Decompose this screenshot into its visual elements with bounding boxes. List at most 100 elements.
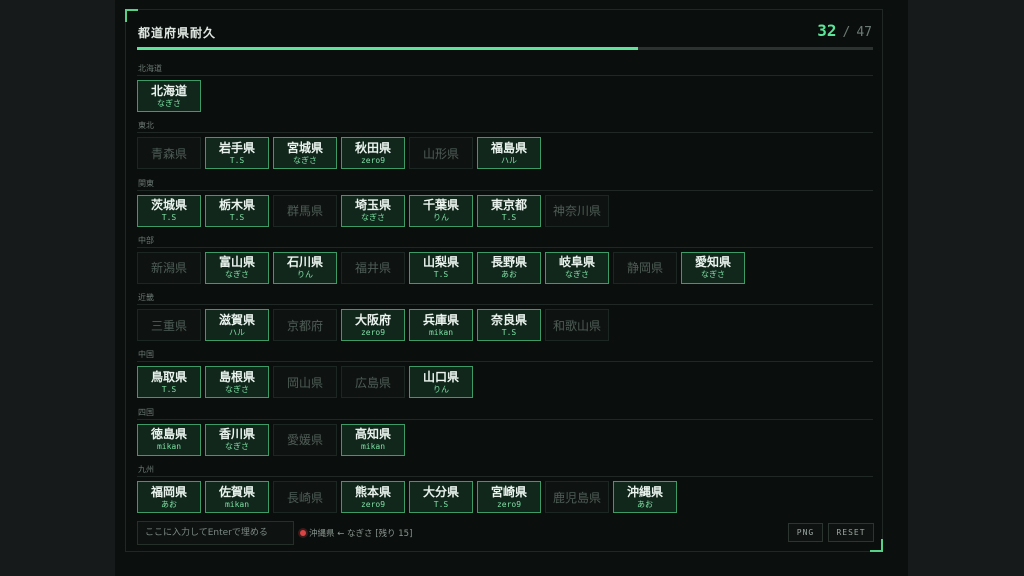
prefecture-tile-solved: 山梨県 T.S (409, 251, 473, 284)
region-divider (137, 304, 873, 306)
score-counter: 32 / 47 (817, 21, 872, 40)
region-label: 中部 (138, 235, 154, 245)
prefecture-name: 滋賀県 (218, 312, 255, 327)
prefecture-tile-unsolved: 新潟県 (137, 251, 201, 284)
prefecture-row: 新潟県 富山県 なぎさ 石川県 りん 福井県 山梨県 T.S 長野県 あお 岐阜県 なぎさ 静岡県 愛知県… (137, 251, 873, 284)
prefecture-name: 鹿児島県 (552, 490, 601, 505)
prefecture-name: 佐賀県 (218, 484, 255, 499)
prefecture-name: 熊本県 (354, 484, 391, 499)
prefecture-name: 長崎県 (286, 490, 323, 505)
prefecture-tile-solved: 大阪府 zero9 (341, 309, 405, 342)
solver-name: mikan (428, 327, 454, 337)
region-section: 関東 茨城県 T.S 栃木県 T.S 群馬県 埼玉県 なぎさ 千葉県 りん 東京都 T.S 神奈川県 (137, 179, 873, 236)
solver-name: T.S (501, 213, 517, 223)
prefecture-tile-solved: 沖縄県 あお (613, 481, 677, 514)
prefecture-name: 秋田県 (354, 140, 391, 155)
solver-name: あお (161, 499, 177, 509)
region-label: 北海道 (138, 64, 162, 73)
prefecture-row: 鳥取県 T.S 島根県 なぎさ 岡山県 広島県 山口県 りん (137, 366, 873, 399)
prefecture-tile-unsolved: 静岡県 (613, 251, 677, 284)
corner-accent-top-left (125, 9, 138, 22)
prefecture-name: 北海道 (150, 83, 187, 98)
solved-count: 32 (817, 21, 837, 40)
solver-name: T.S (161, 213, 177, 223)
prefecture-tile-solved: 岩手県 T.S (205, 137, 269, 170)
solver-name: T.S (433, 499, 449, 509)
score-separator: / (842, 25, 851, 40)
prefecture-tile-solved: 徳島県 mikan (137, 423, 201, 456)
prefecture-tile-unsolved: 和歌山県 (545, 309, 609, 342)
prefecture-name: 高知県 (354, 427, 391, 442)
prefecture-name: 広島県 (354, 375, 391, 390)
solver-name: T.S (433, 270, 449, 280)
total-count: 47 (856, 25, 872, 40)
prefecture-tile-solved: 千葉県 りん (409, 194, 473, 227)
prefecture-name: 福岡県 (150, 484, 187, 499)
reset-button[interactable]: RESET (828, 523, 874, 542)
prefecture-row: 北海道 なぎさ (137, 80, 873, 112)
solver-name: T.S (229, 213, 245, 223)
region-label: 四国 (138, 407, 154, 417)
solver-name: なぎさ (225, 270, 249, 280)
solver-name: なぎさ (225, 442, 249, 452)
prefecture-name: 島根県 (218, 369, 255, 384)
prefecture-name: 茨城県 (150, 198, 187, 213)
prefecture-tile-solved: 福岡県 あお (137, 481, 201, 514)
prefecture-tile-unsolved: 山形県 (409, 137, 473, 170)
prefecture-tile-unsolved: 京都府 (273, 309, 337, 342)
prefecture-name: 兵庫県 (422, 312, 459, 327)
prefecture-tile-solved: 山口県 りん (409, 366, 473, 399)
region-label: 九州 (138, 465, 154, 475)
page-title: 都道府県耐久 (138, 26, 217, 40)
prefecture-name: 山形県 (422, 146, 459, 161)
prefecture-tile-solved: 鳥取県 T.S (137, 366, 201, 399)
solver-name: T.S (501, 327, 517, 337)
prefecture-row: 青森県 岩手県 T.S 宮城県 なぎさ 秋田県 zero9 山形県 福島県 ハル (137, 137, 873, 170)
solver-name: なぎさ (293, 155, 317, 165)
prefecture-name: 和歌山県 (552, 318, 601, 333)
prefecture-tile-solved: 島根県 なぎさ (205, 366, 269, 399)
region-section: 中部 新潟県 富山県 なぎさ 石川県 りん 福井県 山梨県 T.S 長野県 あお 岐阜県 なぎさ 静岡県愛… (137, 236, 873, 293)
solver-name: mikan (224, 499, 250, 509)
prefecture-tile-solved: 宮崎県 zero9 (477, 481, 541, 514)
solver-name: zero9 (360, 327, 386, 337)
game-panel: 都道府県耐久 32/47 北海道 北海道 なぎさ 東北 青森県 岩手県 T.S 宮城県 なぎさ秋… (125, 9, 883, 552)
prefecture-name: 東京都 (490, 198, 527, 213)
prefecture-tile-unsolved: 青森県 (137, 137, 201, 170)
prefecture-name: 福島県 (490, 140, 527, 155)
prefecture-tile-unsolved: 群馬県 (273, 194, 337, 227)
prefecture-tile-solved: 滋賀県 ハル (205, 309, 269, 342)
solver-name: T.S (229, 155, 245, 165)
prefecture-tile-unsolved: 長崎県 (273, 481, 337, 514)
prefecture-name: 新潟県 (150, 261, 187, 276)
prefecture-name: 千葉県 (422, 198, 459, 213)
solver-name: りん (297, 270, 313, 280)
region-divider (137, 189, 873, 191)
region-label: 近畿 (138, 293, 154, 303)
prefecture-name: 岡山県 (286, 375, 323, 390)
prefecture-tile-solved: 兵庫県 mikan (409, 309, 473, 342)
prefecture-name: 埼玉県 (354, 198, 391, 213)
prefecture-tile-solved: 茨城県 T.S (137, 194, 201, 227)
region-label: 中国 (138, 350, 154, 360)
prefecture-tile-solved: 長野県 あお (477, 251, 541, 284)
region-divider (137, 132, 873, 134)
prefecture-tile-solved: 石川県 りん (273, 251, 337, 284)
prefecture-tile-solved: 宮城県 なぎさ (273, 137, 337, 170)
region-section: 北海道 北海道 なぎさ (137, 64, 873, 121)
prefecture-tile-solved: 北海道 なぎさ (137, 80, 201, 112)
solver-name: zero9 (360, 155, 386, 165)
prefecture-tile-unsolved: 愛媛県 (273, 423, 337, 456)
prefecture-tile-solved: 佐賀県 mikan (205, 481, 269, 514)
prefecture-name: 栃木県 (218, 198, 255, 213)
prefecture-tile-solved: 熊本県 zero9 (341, 481, 405, 514)
prefecture-tile-solved: 福島県 ハル (477, 137, 541, 170)
prefecture-row: 茨城県 T.S 栃木県 T.S 群馬県 埼玉県 なぎさ 千葉県 りん 東京都 T.S 神奈川県 (137, 194, 873, 227)
png-export-button[interactable]: PNG (788, 523, 823, 542)
region-list: 北海道 北海道 なぎさ 東北 青森県 岩手県 T.S 宮城県 なぎさ 秋田県 zero9 山形県 福島県… (137, 64, 873, 522)
prefecture-name: 大阪府 (354, 312, 391, 327)
prefecture-name: 沖縄県 (626, 484, 663, 499)
answer-input[interactable] (137, 521, 294, 545)
region-divider (137, 361, 873, 363)
solver-name: りん (433, 384, 449, 394)
